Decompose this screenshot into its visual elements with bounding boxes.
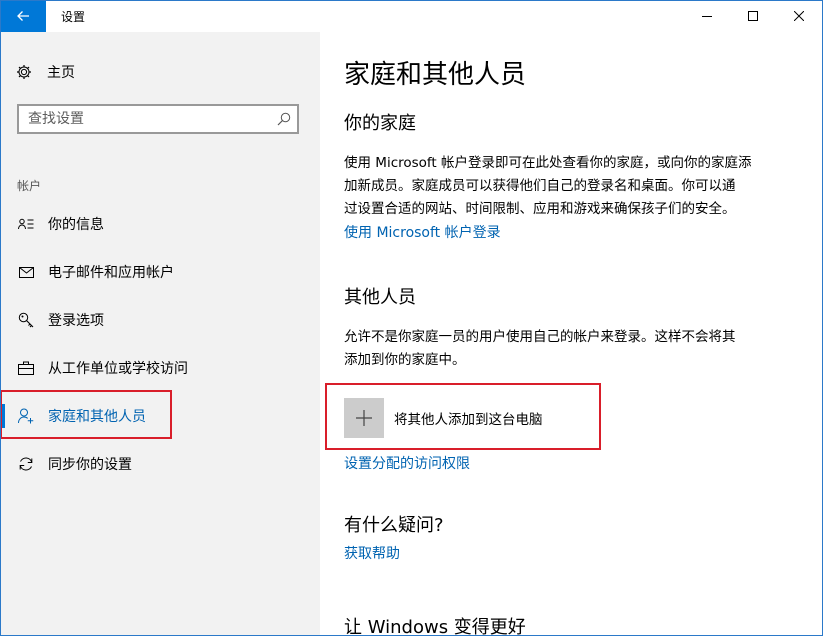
contact-info-icon	[17, 215, 35, 233]
selection-indicator	[0, 404, 5, 428]
search-icon[interactable]	[271, 112, 297, 126]
sidebar-item-label: 同步你的设置	[48, 457, 132, 473]
back-button[interactable]	[0, 0, 46, 32]
search-box[interactable]	[17, 104, 299, 134]
sidebar-item-sync-settings[interactable]: 同步你的设置	[0, 440, 320, 488]
close-icon	[794, 11, 804, 21]
sidebar-item-your-info[interactable]: 你的信息	[0, 200, 320, 248]
window-title: 设置	[61, 10, 86, 24]
minimize-button[interactable]	[684, 0, 730, 32]
other-people-heading: 其他人员	[344, 287, 416, 308]
other-people-description: 允许不是你家庭一员的用户使用自己的帐户来登录。这样不会将其 添加到你的家庭中。	[344, 326, 796, 372]
other-people-description-line: 添加到你的家庭中。	[344, 352, 466, 368]
home-item[interactable]: 主页	[16, 62, 75, 82]
minimize-icon	[702, 16, 712, 17]
sidebar-item-sign-in-options[interactable]: 登录选项	[0, 296, 320, 344]
add-someone-label: 将其他人添加到这台电脑	[394, 412, 543, 428]
get-help-link[interactable]: 获取帮助	[344, 543, 400, 563]
other-people-description-line: 允许不是你家庭一员的用户使用自己的帐户来登录。这样不会将其	[344, 329, 736, 345]
sidebar-item-work-school[interactable]: 从工作单位或学校访问	[0, 344, 320, 392]
maximize-icon	[748, 11, 758, 21]
page-title: 家庭和其他人员	[344, 60, 527, 90]
section-label-accounts: 帐户	[17, 179, 42, 193]
title-bar: 设置	[0, 0, 823, 32]
sidebar-item-label: 从工作单位或学校访问	[48, 361, 188, 377]
close-button[interactable]	[776, 0, 822, 32]
sidebar-item-label: 电子邮件和应用帐户	[48, 265, 174, 281]
main-content: 家庭和其他人员 你的家庭 使用 Microsoft 帐户登录即可在此处查看你的家…	[320, 32, 822, 638]
sidebar-item-label: 你的信息	[48, 217, 104, 233]
sidebar-item-family-other-people[interactable]: 家庭和其他人员	[0, 392, 320, 440]
add-someone-button[interactable]: 将其他人添加到这台电脑	[344, 398, 543, 438]
family-description: 使用 Microsoft 帐户登录即可在此处查看你的家庭，或向你的家庭添 加新成…	[344, 152, 796, 221]
sidebar: 主页 帐户 你的信息 电子邮件和应用帐户	[0, 32, 320, 636]
briefcase-icon	[17, 359, 35, 377]
help-heading: 有什么疑问?	[344, 515, 444, 536]
home-label: 主页	[47, 65, 75, 81]
assigned-access-link[interactable]: 设置分配的访问权限	[344, 453, 470, 473]
maximize-button[interactable]	[730, 0, 776, 32]
gear-icon	[17, 65, 31, 79]
improve-windows-heading: 让 Windows 变得更好	[344, 617, 526, 638]
family-description-line: 加新成员。家庭成员可以获得他们自己的登录名和桌面。你可以通	[344, 178, 736, 194]
key-icon	[17, 311, 35, 329]
sidebar-item-email-accounts[interactable]: 电子邮件和应用帐户	[0, 248, 320, 296]
arrow-left-icon	[17, 11, 29, 21]
search-input[interactable]	[19, 111, 271, 127]
add-person-icon	[17, 407, 35, 425]
sidebar-item-label: 家庭和其他人员	[48, 409, 146, 425]
mail-icon	[17, 263, 35, 281]
family-description-line: 使用 Microsoft 帐户登录即可在此处查看你的家庭，或向你的家庭添	[344, 155, 752, 171]
plus-icon	[344, 398, 384, 438]
sync-icon	[17, 455, 35, 473]
family-heading: 你的家庭	[344, 113, 416, 134]
sign-in-microsoft-link[interactable]: 使用 Microsoft 帐户登录	[344, 222, 501, 242]
family-description-line: 过设置合适的网站、时间限制、应用和游戏来确保孩子们的安全。	[344, 201, 736, 217]
sidebar-item-label: 登录选项	[48, 313, 104, 329]
